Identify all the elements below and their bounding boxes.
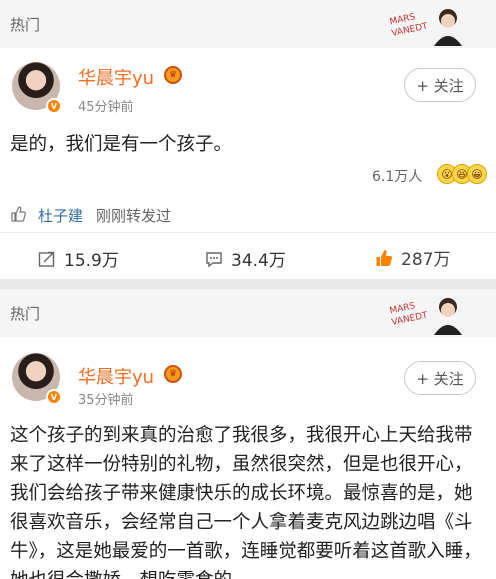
- post-card: V 华晨宇yu ♛ 35分钟前 + 关注 这个孩子的到来真的治愈了我很多，我很开…: [0, 337, 496, 579]
- post-gap: [0, 279, 496, 289]
- like-button[interactable]: 287万: [375, 245, 450, 270]
- sticker-image: MARS VANEDT: [389, 298, 462, 335]
- username[interactable]: 华晨宇yu: [78, 363, 154, 389]
- follow-button[interactable]: + 关注: [404, 68, 476, 102]
- repost-button[interactable]: 15.9万: [38, 246, 119, 271]
- follow-label: + 关注: [416, 76, 464, 95]
- section-label: 热门: [10, 305, 41, 323]
- username[interactable]: 华晨宇yu: [78, 64, 154, 90]
- post-text: 是的，我们是有一个孩子。: [10, 134, 233, 155]
- verified-icon: V: [46, 389, 62, 405]
- section-header-hot: 热门 MARS VANEDT: [0, 289, 496, 337]
- reaction-count: 6.1万人: [372, 169, 423, 185]
- post-text: 这个孩子的到来真的治愈了我很多，我很开心上天给我带来了这样一份特别的礼物，虽然很…: [10, 425, 482, 579]
- crown-icon: ♛: [164, 365, 182, 383]
- repost-info-row: 杜子建 刚刚转发过: [0, 196, 496, 232]
- follow-label: + 关注: [416, 369, 464, 388]
- verified-icon: V: [46, 98, 62, 114]
- comment-button[interactable]: 34.4万: [205, 246, 286, 271]
- like-count: 287万: [401, 250, 451, 270]
- smile-emoji-icon: 😀: [467, 164, 487, 184]
- reposter-name[interactable]: 杜子建: [38, 205, 83, 226]
- like-icon: [376, 249, 393, 266]
- repost-note: 刚刚转发过: [96, 207, 172, 225]
- share-icon: [38, 251, 55, 267]
- action-bar: 15.9万 34.4万 287万: [0, 233, 496, 279]
- section-header-hot: 热门 MARS VANEDT: [0, 0, 496, 48]
- follow-button[interactable]: + 关注: [404, 361, 476, 395]
- thumb-icon: [11, 206, 26, 222]
- comment-icon: [206, 251, 222, 267]
- crown-icon: ♛: [164, 66, 182, 84]
- post-time: 35分钟前: [78, 393, 134, 408]
- section-label: 热门: [10, 16, 41, 34]
- comment-count: 34.4万: [231, 251, 286, 271]
- post-time: 45分钟前: [78, 100, 134, 115]
- repost-count: 15.9万: [64, 251, 119, 271]
- sticker-image: MARS VANEDT: [389, 9, 462, 46]
